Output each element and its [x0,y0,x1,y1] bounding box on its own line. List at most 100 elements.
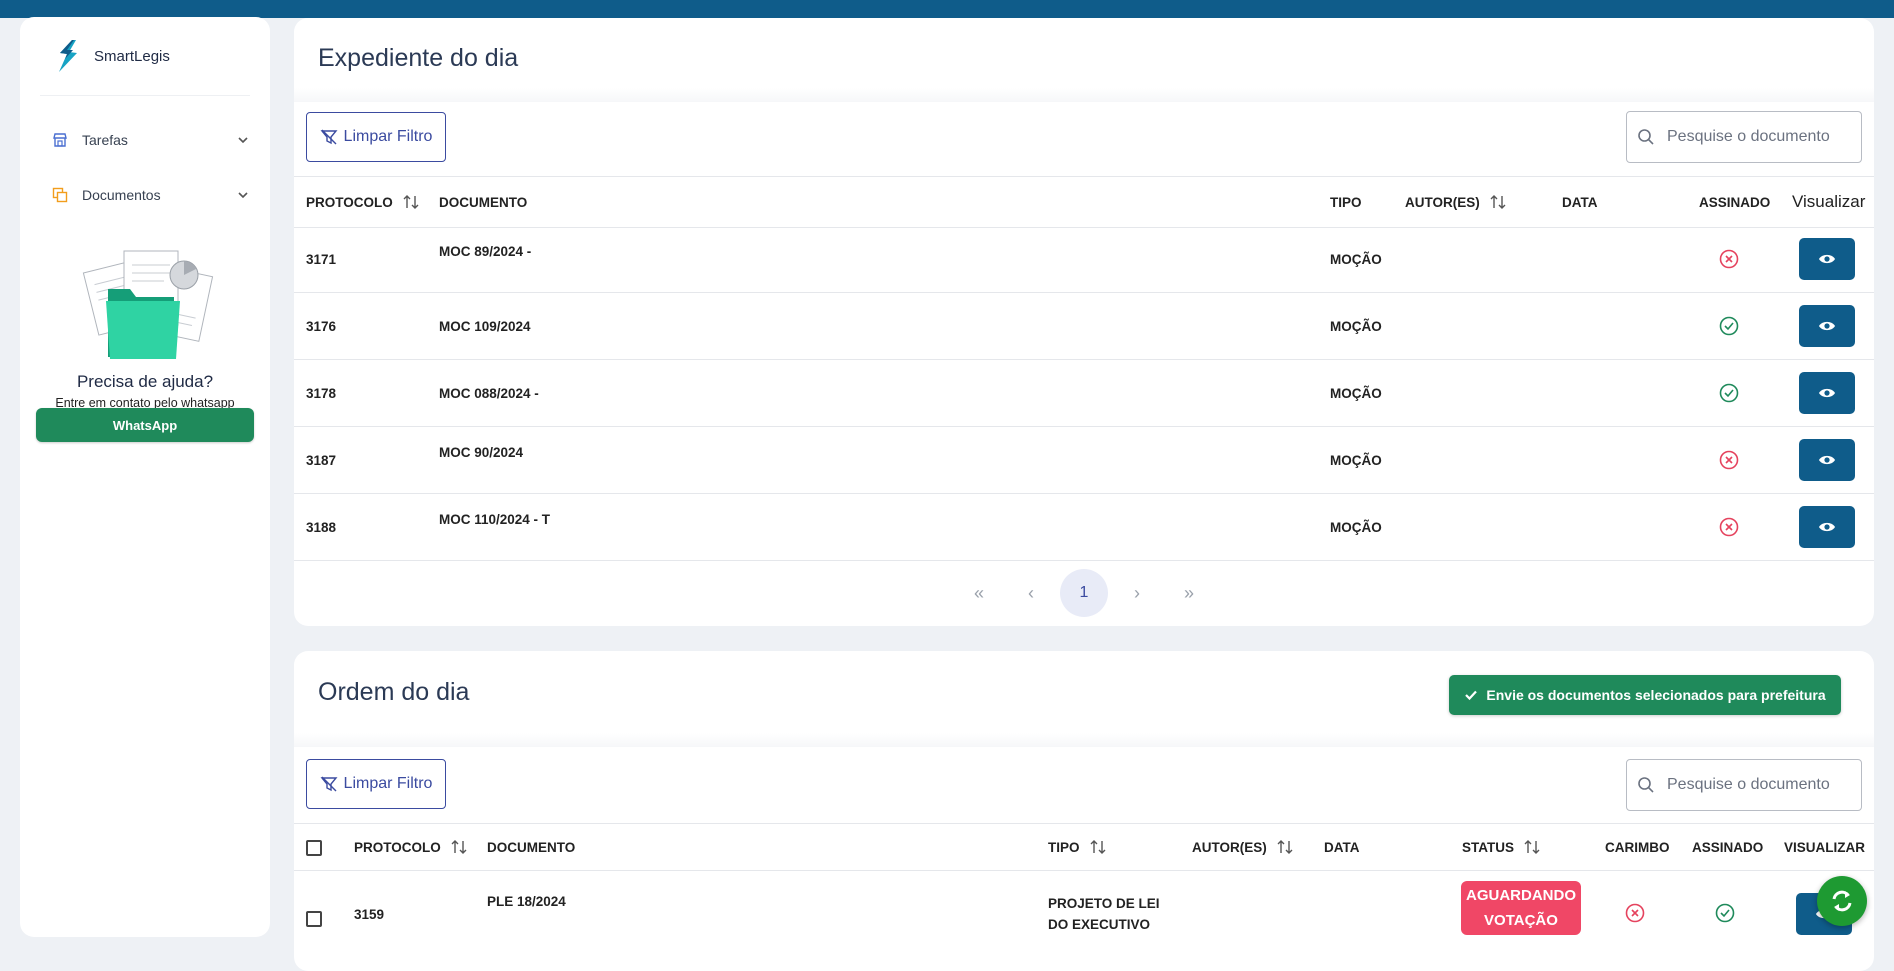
column-autores[interactable]: AUTOR(ES) [1405,177,1508,227]
column-label: DATA [1562,194,1598,210]
last-page-button[interactable]: » [1165,569,1213,617]
table-row: 3171 MOC 89/2024 - MOÇÃO [294,226,1874,293]
send-to-prefeitura-button[interactable]: Envie os documentos selecionados para pr… [1449,675,1841,715]
signed-icon [1715,903,1735,923]
sidebar-item-documentos[interactable]: Documentos [50,180,250,210]
view-button[interactable] [1799,238,1855,280]
column-tipo: TIPO [1330,177,1362,227]
column-tipo[interactable]: TIPO [1048,824,1108,870]
documents-icon [50,185,70,205]
sort-icon[interactable] [401,192,421,212]
check-icon [1465,690,1478,701]
search-box[interactable] [1626,759,1862,811]
cell-tipo: MOÇÃO [1330,519,1382,535]
table-row: 3159 PLE 18/2024 PROJETO DE LEI DO EXECU… [294,869,1874,959]
sort-icon[interactable] [1522,837,1542,857]
help-folder-illustration [82,250,214,359]
column-visualizar: Visualizar [1792,177,1865,227]
smartlegis-logo-icon [59,40,77,72]
column-label: DOCUMENTO [487,839,576,855]
column-label: AUTOR(ES) [1405,194,1480,210]
column-protocolo[interactable]: PROTOCOLO [306,177,421,227]
column-label: CARIMBO [1605,839,1670,855]
row-checkbox[interactable] [306,911,322,927]
sort-icon[interactable] [1488,192,1508,212]
top-bar [0,0,1894,18]
column-label: ASSINADO [1699,194,1771,210]
column-label: DOCUMENTO [439,194,528,210]
next-page-button[interactable]: › [1113,569,1161,617]
column-label: STATUS [1462,839,1514,855]
prev-page-button[interactable]: ‹ [1007,569,1055,617]
expediente-card: Expediente do dia Limpar Filtro PROTOCOL… [294,18,1874,626]
first-page-button[interactable]: « [955,569,1003,617]
eye-icon [1819,254,1835,264]
help-title: Precisa de ajuda? [76,372,214,391]
column-documento: DOCUMENTO [439,177,527,227]
not-signed-icon [1719,517,1739,537]
whatsapp-button[interactable]: WhatsApp [36,408,254,442]
view-button[interactable] [1799,372,1855,414]
column-carimbo: CARIMBO [1605,824,1670,870]
cell-protocolo: 3187 [306,452,337,468]
sort-icon[interactable] [449,837,469,857]
eye-icon [1819,455,1835,465]
filter-off-icon [320,129,338,145]
store-icon [50,130,70,150]
clear-filter-button[interactable]: Limpar Filtro [306,759,446,809]
clear-filter-label: Limpar Filtro [343,775,433,792]
search-input[interactable] [1665,127,1859,147]
brand[interactable]: SmartLegis [54,39,170,73]
clear-filter-label: Limpar Filtro [343,128,433,145]
ordem-card: Ordem do dia Envie os documentos selecio… [294,651,1874,971]
eye-icon [1819,522,1835,532]
column-protocolo[interactable]: PROTOCOLO [354,824,469,870]
signed-icon [1719,383,1739,403]
cell-documento: MOC 110/2024 - T [439,512,551,527]
search-icon [1638,777,1654,793]
sidebar-item-tarefas[interactable]: Tarefas [50,125,250,155]
search-icon [1638,129,1654,145]
search-input[interactable] [1665,775,1859,795]
eye-icon [1819,388,1835,398]
column-assinado: ASSINADO [1692,824,1763,870]
column-data: DATA [1562,177,1598,227]
page-number-button[interactable]: 1 [1060,569,1108,617]
cell-protocolo: 3188 [306,519,337,535]
status-badge: AGUARDANDO VOTAÇÃO [1461,881,1581,935]
column-label: ASSINADO [1692,839,1764,855]
sort-icon[interactable] [1275,837,1295,857]
table-row: 3176 MOC 109/2024 MOÇÃO [294,293,1874,360]
card-header-separator [294,733,1874,747]
cell-tipo: MOÇÃO [1330,318,1382,334]
search-box[interactable] [1626,111,1862,163]
sidebar-item-label: Tarefas [82,132,128,148]
clear-filter-button[interactable]: Limpar Filtro [306,112,446,162]
cell-protocolo: 3176 [306,318,337,334]
signed-icon [1719,316,1739,336]
column-data: DATA [1324,824,1360,870]
column-label: VISUALIZAR [1784,839,1865,855]
card-header-separator [294,88,1874,102]
refresh-button[interactable] [1817,876,1867,926]
not-signed-icon [1719,450,1739,470]
refresh-icon [1832,890,1852,912]
select-all-checkbox[interactable] [306,840,322,856]
column-label: DATA [1324,839,1360,855]
chevron-down-icon[interactable] [236,133,250,147]
column-label: PROTOCOLO [306,194,393,210]
view-button[interactable] [1799,305,1855,347]
column-status[interactable]: STATUS [1462,824,1542,870]
cell-tipo: MOÇÃO [1330,385,1382,401]
cell-tipo: MOÇÃO [1330,251,1382,267]
chevron-down-icon[interactable] [236,188,250,202]
cell-documento: MOC 109/2024 [439,318,531,334]
column-label: AUTOR(ES) [1192,839,1267,855]
view-button[interactable] [1799,439,1855,481]
cell-protocolo: 3178 [306,385,337,401]
brand-name: SmartLegis [94,47,170,65]
column-autores[interactable]: AUTOR(ES) [1192,824,1295,870]
sort-icon[interactable] [1088,837,1108,857]
cell-documento: MOC 90/2024 [439,445,524,460]
view-button[interactable] [1799,506,1855,548]
